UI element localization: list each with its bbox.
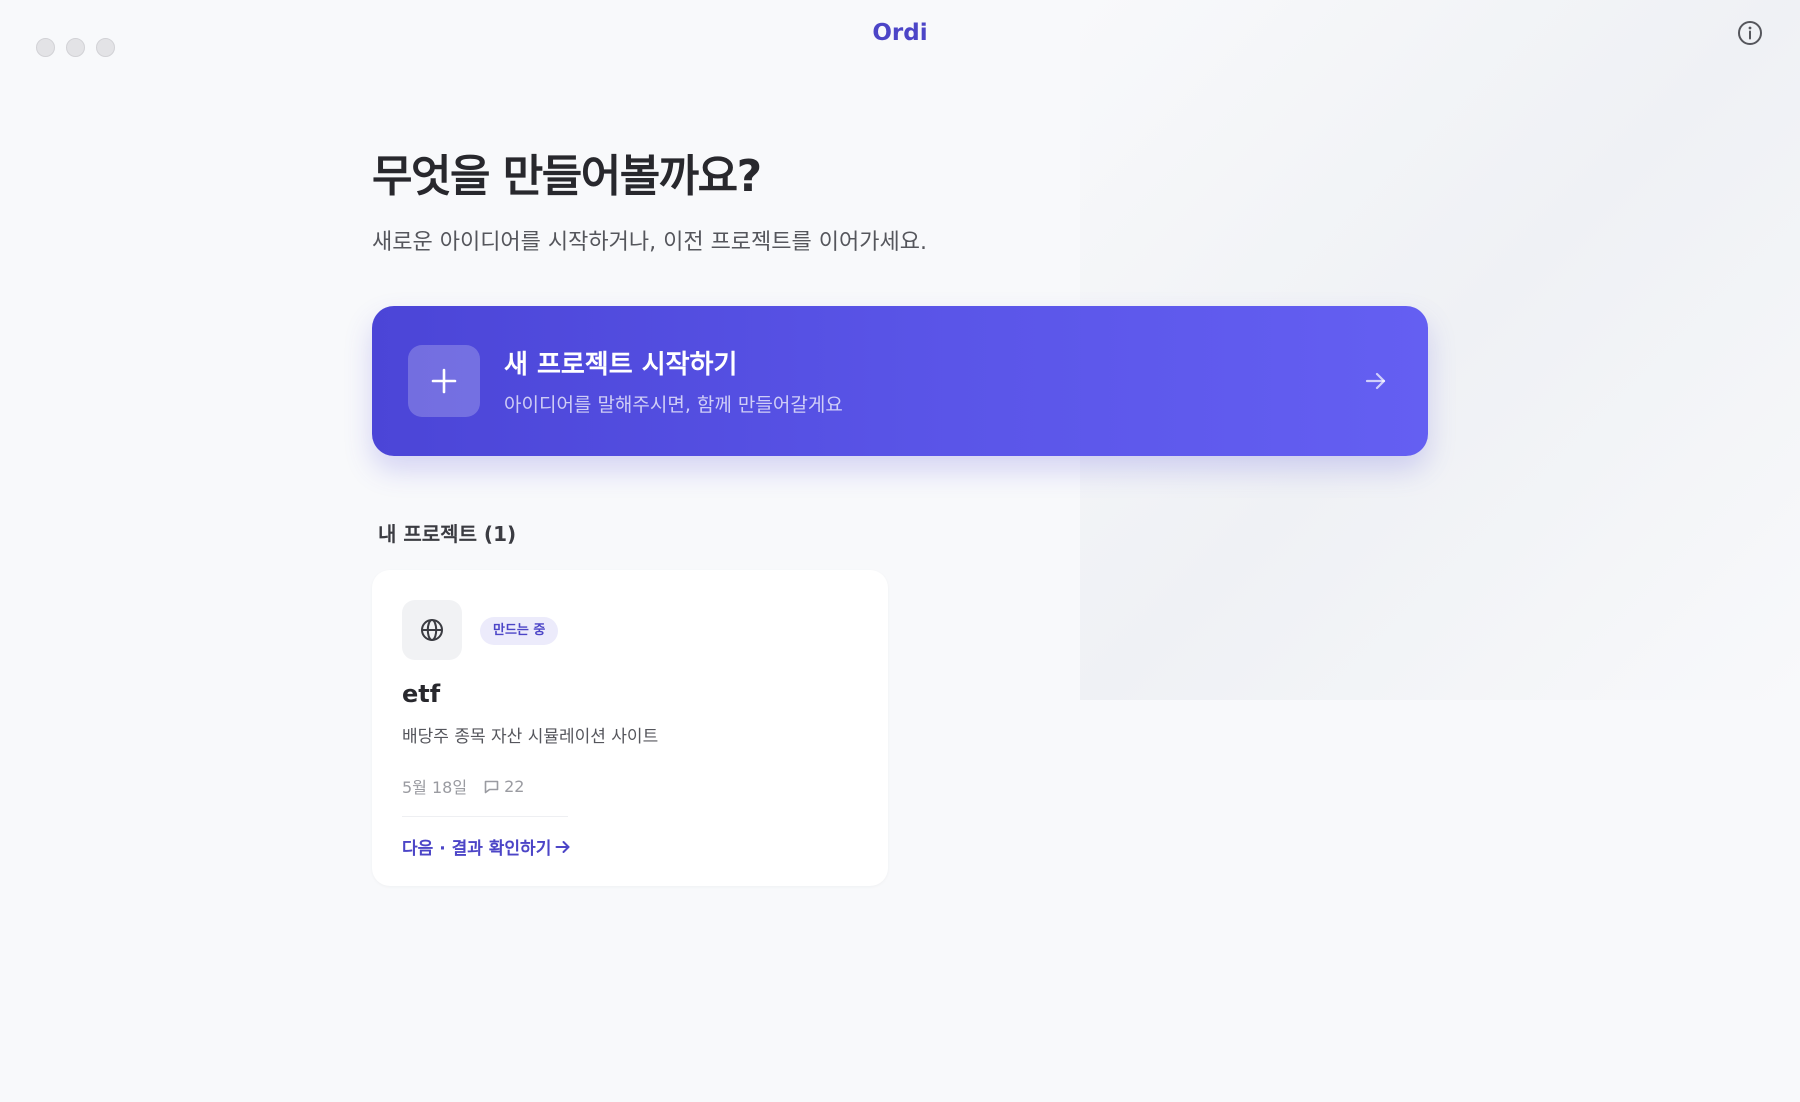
page-title: 무엇을 만들어볼까요? xyxy=(372,151,762,202)
project-icon-box xyxy=(402,600,462,660)
plus-icon-box xyxy=(408,345,480,417)
new-project-title: 새 프로젝트 시작하기 xyxy=(504,350,738,380)
project-meta: 5월 18일 22 xyxy=(402,774,524,798)
new-project-button[interactable]: 새 프로젝트 시작하기 아이디어를 말해주시면, 함께 만들어갈게요 xyxy=(372,306,1428,456)
view-results-label: 다음 · 결과 확인하기 xyxy=(402,839,552,859)
info-button[interactable] xyxy=(1736,19,1764,47)
app-title: Ordi xyxy=(872,20,928,46)
project-name: etf xyxy=(402,680,441,708)
message-count: 22 xyxy=(483,777,524,796)
project-description: 배당주 종목 자산 시뮬레이션 사이트 xyxy=(402,727,659,747)
card-divider xyxy=(402,816,568,817)
app-window: Ordi 무엇을 만들어볼까요? 새로운 아이디어를 시작하거나, 이전 프로젝… xyxy=(0,0,1800,1102)
message-count-value: 22 xyxy=(504,776,525,796)
globe-icon xyxy=(421,619,443,641)
arrow-right-icon xyxy=(1365,372,1386,390)
message-icon xyxy=(484,780,499,793)
new-project-description: 아이디어를 말해주시면, 함께 만들어갈게요 xyxy=(504,394,843,416)
project-card[interactable]: 만드는 중 etf 배당주 종목 자산 시뮬레이션 사이트 5월 18일 22 … xyxy=(372,570,888,886)
info-icon xyxy=(1738,21,1762,45)
project-date: 5월 18일 xyxy=(402,778,468,797)
main-content: 무엇을 만들어볼까요? 새로운 아이디어를 시작하거나, 이전 프로젝트를 이어… xyxy=(372,140,1428,886)
status-badge: 만드는 중 xyxy=(480,617,559,645)
plus-icon xyxy=(431,368,457,394)
view-results-link[interactable]: 다음 · 결과 확인하기 xyxy=(402,834,572,859)
my-projects-heading: 내 프로젝트 (1) xyxy=(378,522,517,546)
page-subtitle: 새로운 아이디어를 시작하거나, 이전 프로젝트를 이어가세요. xyxy=(372,230,927,255)
arrow-right-icon xyxy=(555,840,570,853)
